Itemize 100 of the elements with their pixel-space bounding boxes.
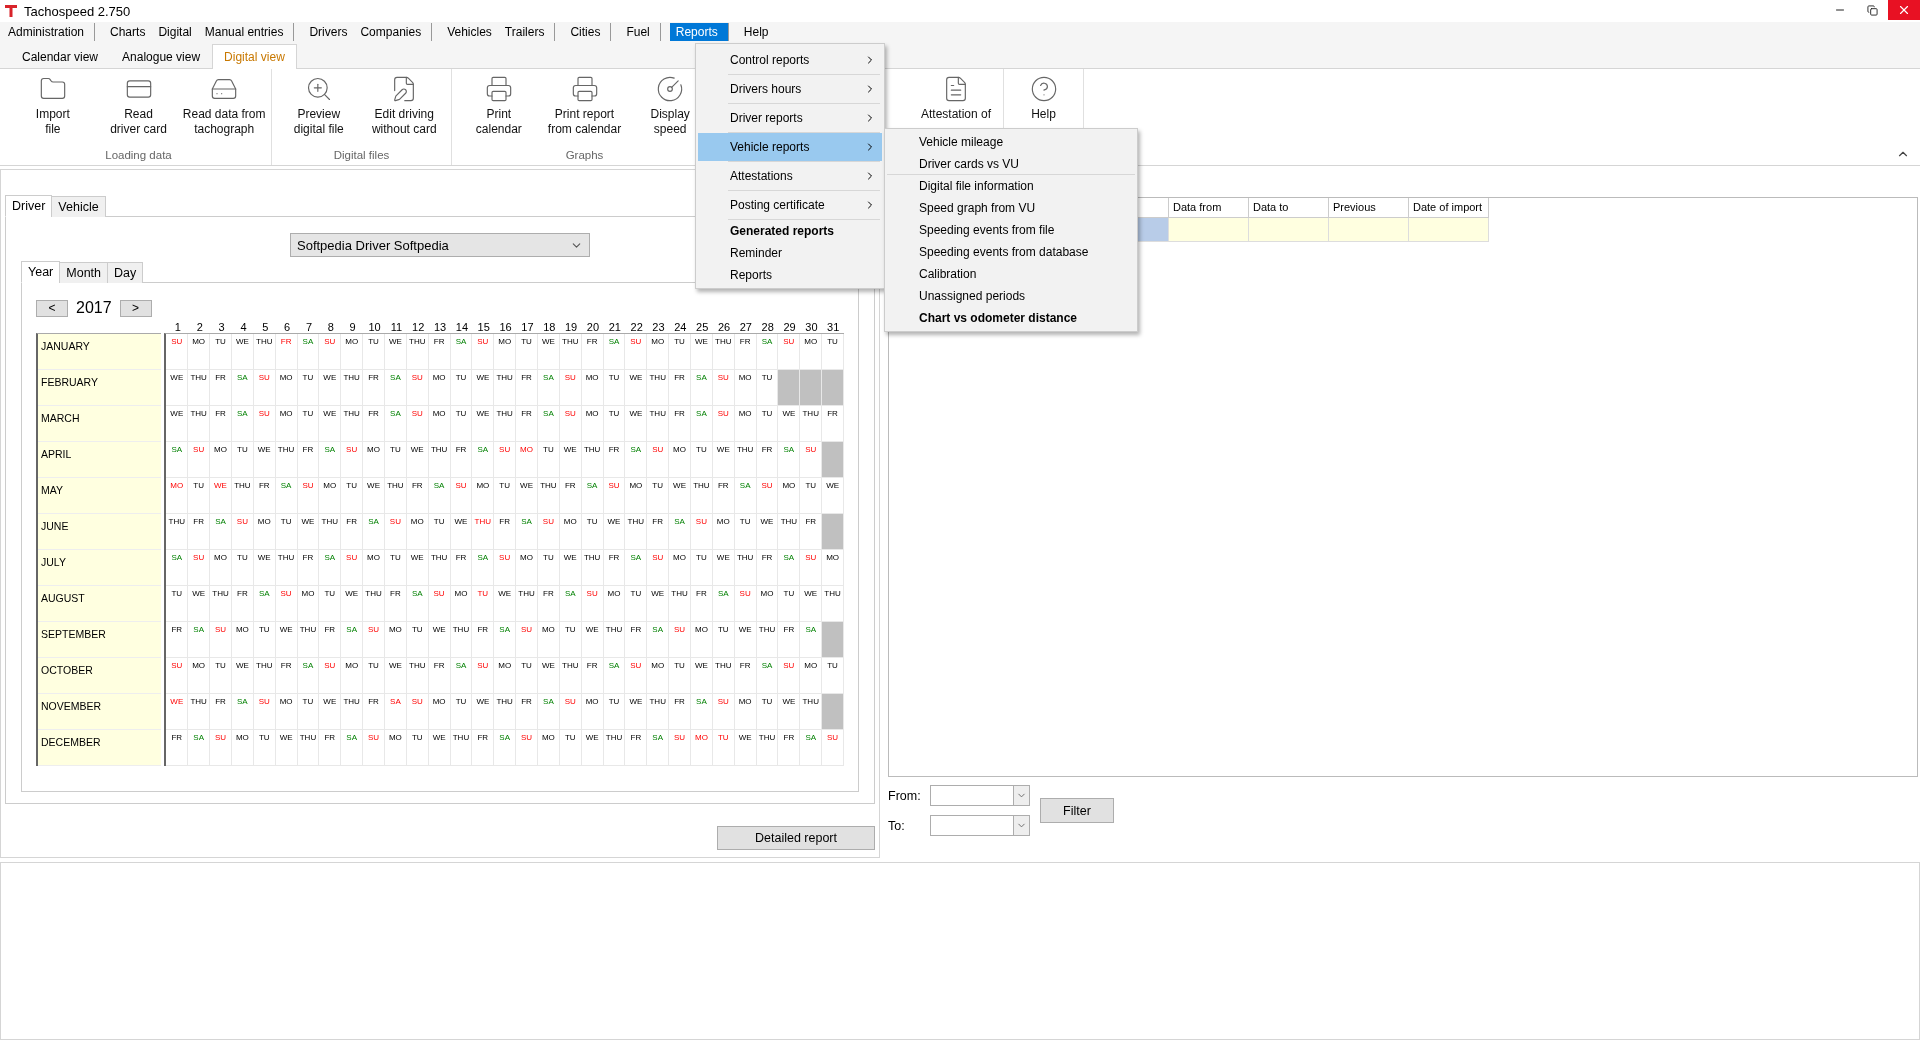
- day-cell[interactable]: WE: [363, 478, 385, 514]
- day-cell[interactable]: SA: [319, 442, 342, 478]
- day-cell[interactable]: THU: [734, 550, 757, 586]
- day-cell[interactable]: WE: [210, 478, 232, 514]
- ribbon-button[interactable]: Preview digital file: [276, 75, 362, 137]
- day-cell[interactable]: MO: [669, 442, 691, 478]
- day-cell[interactable]: THU: [516, 586, 538, 622]
- day-cell[interactable]: WE: [800, 586, 823, 622]
- day-cell[interactable]: TU: [297, 694, 320, 730]
- day-cell[interactable]: SA: [647, 730, 670, 766]
- day-cell[interactable]: WE: [581, 730, 604, 766]
- day-cell[interactable]: SA: [800, 622, 823, 658]
- day-cell[interactable]: SU: [778, 658, 801, 694]
- day-cell[interactable]: MO: [428, 694, 451, 730]
- day-cell[interactable]: TU: [669, 334, 691, 370]
- day-cell[interactable]: MO: [253, 514, 276, 550]
- day-cell[interactable]: FR: [516, 694, 538, 730]
- menu-item[interactable]: Posting certificate: [698, 191, 882, 219]
- day-cell[interactable]: FR: [188, 514, 211, 550]
- day-cell[interactable]: WE: [734, 622, 757, 658]
- day-cell[interactable]: TU: [581, 514, 604, 550]
- day-cell[interactable]: MO: [494, 658, 517, 694]
- day-cell[interactable]: THU: [756, 730, 779, 766]
- day-cell[interactable]: FR: [166, 622, 189, 658]
- day-cell[interactable]: TU: [822, 658, 844, 694]
- day-cell[interactable]: TU: [275, 514, 298, 550]
- day-cell[interactable]: TU: [603, 406, 626, 442]
- day-cell[interactable]: SA: [712, 586, 735, 622]
- day-cell[interactable]: SA: [800, 730, 823, 766]
- day-cell[interactable]: MO: [691, 622, 713, 658]
- day-cell[interactable]: MO: [319, 478, 342, 514]
- day-cell[interactable]: SU: [800, 442, 823, 478]
- menu-item[interactable]: Trailers: [498, 23, 556, 41]
- day-cell[interactable]: SA: [537, 406, 560, 442]
- day-cell[interactable]: FR: [647, 514, 670, 550]
- menu-item[interactable]: Unassigned periods: [887, 285, 1135, 307]
- day-cell[interactable]: THU: [537, 478, 560, 514]
- day-cell[interactable]: FR: [625, 730, 648, 766]
- day-cell[interactable]: FR: [537, 586, 560, 622]
- menu-item[interactable]: Attestations: [698, 162, 882, 190]
- day-cell[interactable]: MO: [669, 550, 691, 586]
- day-cell[interactable]: FR: [778, 622, 801, 658]
- day-cell[interactable]: SU: [341, 550, 364, 586]
- day-cell[interactable]: THU: [341, 406, 364, 442]
- day-cell[interactable]: SA: [384, 694, 407, 730]
- menu-item[interactable]: Manual entries: [198, 23, 295, 41]
- day-cell[interactable]: WE: [406, 442, 429, 478]
- day-cell[interactable]: WE: [625, 694, 648, 730]
- day-cell[interactable]: SA: [472, 442, 495, 478]
- day-cell[interactable]: TU: [231, 550, 254, 586]
- day-cell[interactable]: WE: [231, 658, 254, 694]
- day-cell[interactable]: SA: [210, 514, 232, 550]
- day-cell[interactable]: THU: [384, 478, 407, 514]
- day-cell[interactable]: FR: [253, 478, 276, 514]
- day-cell[interactable]: MO: [734, 694, 757, 730]
- day-cell[interactable]: SU: [428, 586, 451, 622]
- day-cell[interactable]: THU: [188, 694, 211, 730]
- day-cell[interactable]: SA: [253, 586, 276, 622]
- day-cell[interactable]: SA: [603, 658, 626, 694]
- close-button[interactable]: [1888, 0, 1920, 20]
- day-cell[interactable]: FR: [756, 442, 779, 478]
- view-tab[interactable]: Analogue view: [110, 44, 213, 69]
- day-cell[interactable]: TU: [691, 442, 713, 478]
- day-cell[interactable]: SU: [800, 550, 823, 586]
- menu-item[interactable]: Help: [737, 23, 776, 41]
- view-tab[interactable]: Calendar view: [10, 44, 111, 69]
- day-cell[interactable]: SU: [712, 694, 735, 730]
- day-cell[interactable]: FR: [472, 730, 495, 766]
- day-cell[interactable]: WE: [188, 586, 211, 622]
- day-cell[interactable]: SA: [647, 622, 670, 658]
- ribbon-button[interactable]: Read data from tachograph: [181, 75, 267, 137]
- day-cell[interactable]: THU: [210, 586, 232, 622]
- day-cell[interactable]: SA: [384, 406, 407, 442]
- menu-item[interactable]: Reports: [698, 264, 882, 286]
- day-cell[interactable]: SU: [625, 334, 648, 370]
- filter-button[interactable]: Filter: [1040, 798, 1114, 823]
- day-cell[interactable]: WE: [253, 550, 276, 586]
- day-cell[interactable]: SU: [297, 478, 320, 514]
- menu-item[interactable]: Charts: [104, 23, 153, 41]
- menu-item[interactable]: Administration: [2, 23, 96, 41]
- day-cell[interactable]: THU: [800, 406, 823, 442]
- day-cell[interactable]: TU: [297, 406, 320, 442]
- day-cell[interactable]: SA: [166, 550, 189, 586]
- day-cell[interactable]: FR: [319, 622, 342, 658]
- day-cell[interactable]: MO: [472, 478, 495, 514]
- menu-item[interactable]: Vehicle reports: [698, 133, 882, 161]
- day-cell[interactable]: SU: [472, 658, 495, 694]
- day-cell[interactable]: SU: [516, 730, 538, 766]
- day-cell[interactable]: TU: [603, 370, 626, 406]
- day-cell[interactable]: TU: [210, 334, 232, 370]
- day-cell[interactable]: SU: [384, 514, 407, 550]
- day-cell[interactable]: TU: [166, 586, 189, 622]
- day-cell[interactable]: FR: [297, 550, 320, 586]
- day-cell[interactable]: FR: [778, 730, 801, 766]
- day-cell[interactable]: THU: [341, 370, 364, 406]
- panel-tab[interactable]: Driver: [5, 195, 53, 217]
- ribbon-button[interactable]: Attestation of: [913, 75, 999, 122]
- menu-item[interactable]: Companies: [354, 23, 433, 41]
- day-cell[interactable]: MO: [691, 730, 713, 766]
- day-cell[interactable]: WE: [341, 586, 364, 622]
